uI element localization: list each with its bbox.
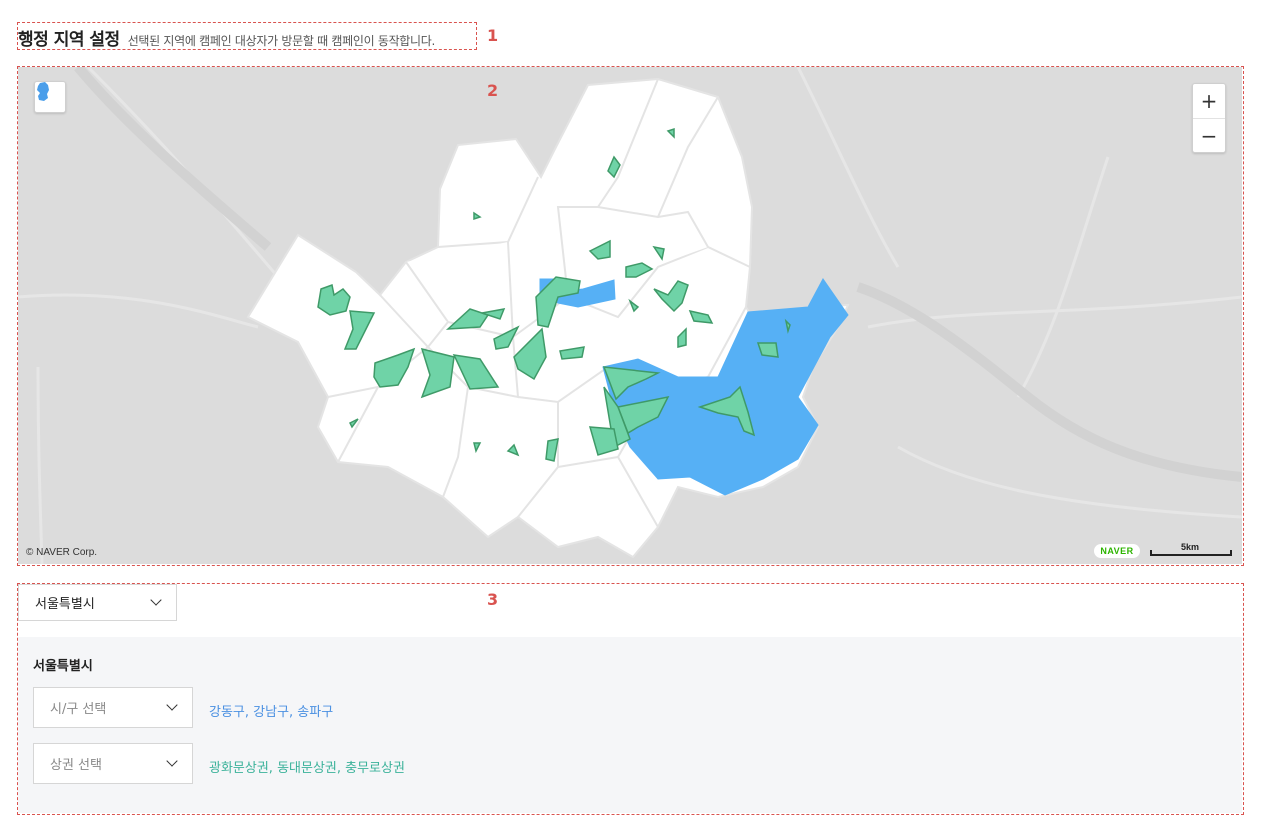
section-marker-2: 2: [487, 81, 499, 100]
commercial-area-select[interactable]: 상권 선택: [33, 743, 193, 784]
map-canvas: [18, 67, 1242, 564]
map-view[interactable]: + − © NAVER Corp. NAVER 5km: [18, 67, 1242, 564]
region-toggle-button[interactable]: [34, 81, 66, 113]
area-select-placeholder: 상권 선택: [50, 758, 102, 773]
chevron-down-icon: [166, 699, 178, 711]
region-select[interactable]: 서울특별시: [18, 584, 177, 621]
korea-map-icon: [37, 82, 49, 101]
region-select-value: 서울특별시: [35, 597, 95, 612]
page-title: 행정 지역 설정: [18, 30, 120, 50]
zoom-out-button[interactable]: −: [1193, 118, 1225, 153]
zoom-in-button[interactable]: +: [1193, 84, 1225, 118]
district-select-placeholder: 시/구 선택: [50, 702, 107, 717]
section-marker-1: 1: [487, 26, 499, 45]
selected-districts-text: 강동구, 강남구, 송파구: [209, 705, 334, 720]
page-description: 선택된 지역에 캠페인 대상자가 방문할 때 캠페인이 동작합니다.: [127, 34, 436, 48]
chevron-down-icon: [150, 594, 162, 606]
map-scale-bar: 5km: [1150, 542, 1232, 556]
section-marker-3: 3: [487, 590, 499, 609]
region-detail-panel: 서울특별시 시/구 선택 강동구, 강남구, 송파구 상권 선택 광화문상권, …: [18, 637, 1242, 813]
scale-line: [1150, 550, 1232, 556]
panel-heading: 서울특별시: [33, 659, 93, 674]
title-row: 행정 지역 설정 선택된 지역에 캠페인 대상자가 방문할 때 캠페인이 동작합…: [18, 25, 435, 50]
zoom-controls: + −: [1192, 83, 1226, 153]
chevron-down-icon: [166, 755, 178, 767]
map-copyright: © NAVER Corp.: [26, 547, 98, 558]
district-select[interactable]: 시/구 선택: [33, 687, 193, 728]
naver-logo: NAVER: [1094, 544, 1140, 558]
selected-areas-text: 광화문상권, 동대문상권, 충무로상권: [209, 761, 405, 776]
